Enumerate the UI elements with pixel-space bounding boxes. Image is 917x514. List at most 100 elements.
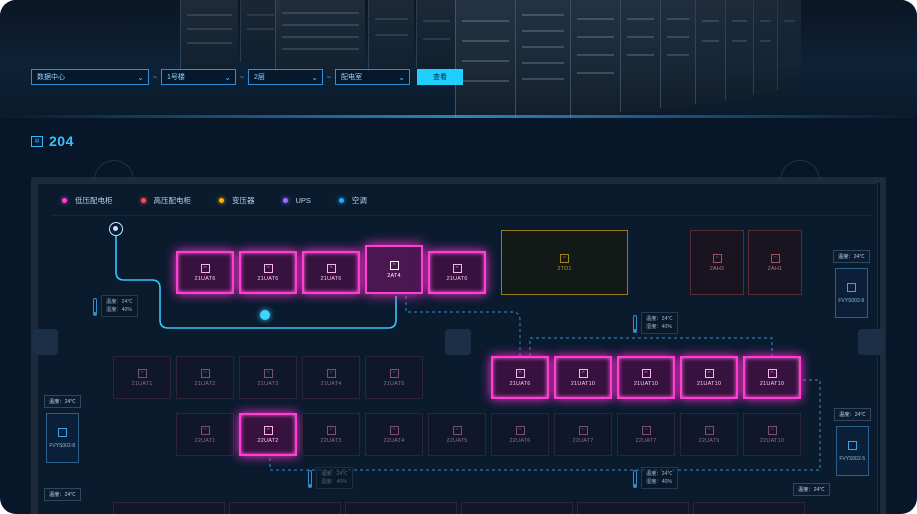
cabinet-2AH1[interactable]: ▭ 2AH1: [748, 230, 802, 295]
cabinet-icon: ▭: [389, 260, 399, 270]
cabinet-22UAT9[interactable]: ▭ 22UAT9: [680, 413, 738, 456]
cabinet-icon: ▭: [515, 368, 525, 378]
cabinet-icon: ▭: [452, 425, 462, 435]
cabinet-22UAT6[interactable]: ▭ 22UAT6: [491, 413, 549, 456]
cabinet-icon: ▭: [712, 253, 722, 263]
cabinet-label: 2AH1: [767, 265, 783, 272]
ac-temp-tag: 温度：24℃: [793, 483, 830, 496]
cabinet-icon: ▭: [326, 263, 336, 273]
cabinet-21UAT6[interactable]: ▭ 21UAT6: [428, 251, 486, 294]
cabinet-21UAT3[interactable]: ▭ 21UAT3: [239, 356, 297, 399]
temperature-reading: 温度：24℃: [646, 316, 673, 322]
cabinet-label: 21UAT6: [194, 275, 216, 282]
cabinet-22UAT7[interactable]: ▭ 22UAT7: [554, 413, 612, 456]
cabinet-label: 21UAT1: [131, 380, 153, 387]
cabinet-label: 21UAT2: [194, 380, 216, 387]
ac-unit[interactable]: 温度：24℃ FVYS002-8: [44, 395, 81, 463]
ac-icon: [847, 440, 857, 450]
cabinet-icon: ▭: [263, 425, 273, 435]
humidity-reading: 湿度：40%: [321, 479, 347, 485]
cabinet-21UAT10[interactable]: ▭ 21UAT10: [554, 356, 612, 399]
cabinet-2AH2[interactable]: ▭ 2AH2: [690, 230, 744, 295]
sensor-readout: 温度：24℃ 湿度：40%: [316, 467, 353, 489]
cabinet-bottom[interactable]: [693, 502, 805, 514]
cabinet-21UAT5[interactable]: ▭ 21UAT5: [365, 356, 423, 399]
cabinet-icon: ▭: [641, 425, 651, 435]
cabinet-22UAT7[interactable]: ▭ 22UAT7: [617, 413, 675, 456]
humidity-reading: 湿度：40%: [106, 307, 132, 313]
ac-unit[interactable]: 温度：24℃ FVYS002-8: [833, 250, 870, 318]
ac-icon: [846, 282, 856, 292]
temp-humidity-sensor[interactable]: 温度：24℃ 湿度：40%: [93, 295, 138, 317]
cabinet-icon: ▭: [326, 368, 336, 378]
cabinet-label: 2AH2: [709, 265, 725, 272]
cabinet-2AT4[interactable]: ▭ 2AT4: [365, 245, 423, 294]
temperature-reading: 温度：24℃: [321, 471, 348, 477]
thermometer-icon: [633, 470, 637, 488]
source-target-icon[interactable]: [109, 222, 123, 236]
cabinet-22UAT5[interactable]: ▭ 22UAT5: [428, 413, 486, 456]
cabinet-label: 22UAT7: [572, 437, 594, 444]
cabinet-icon: ▭: [137, 368, 147, 378]
thermometer-icon: [633, 315, 637, 333]
sensor-readout: 温度：24℃ 湿度：40%: [101, 295, 138, 317]
cabinet-22UAT1[interactable]: ▭ 22UAT1: [176, 413, 234, 456]
cabinet-22UAT10[interactable]: ▭ 22UAT10: [743, 413, 801, 456]
cabinet-icon: ▭: [200, 263, 210, 273]
cabinet-label: 21UAT10: [759, 380, 785, 387]
cabinet-bottom[interactable]: [577, 502, 689, 514]
cabinet-icon: ▭: [452, 263, 462, 273]
cabinet-21UAT6[interactable]: ▭ 21UAT6: [239, 251, 297, 294]
cabinet-label: 22UAT2: [257, 437, 279, 444]
cabinet-21UAT1[interactable]: ▭ 21UAT1: [113, 356, 171, 399]
cabinet-icon: ▭: [767, 368, 777, 378]
cabinet-icon: ▭: [263, 368, 273, 378]
ac-temp-tag: 温度：24℃: [44, 488, 81, 501]
cabinet-label: 21UAT6: [320, 275, 342, 282]
cabinet-label: 22UAT5: [446, 437, 468, 444]
cabinet-label: 21UAT6: [509, 380, 531, 387]
cabinet-22UAT3[interactable]: ▭ 22UAT3: [302, 413, 360, 456]
thermometer-icon: [308, 470, 312, 488]
cabinet-22UAT4[interactable]: ▭ 22UAT4: [365, 413, 423, 456]
cabinet-bottom[interactable]: [113, 502, 225, 514]
cabinet-label: 22UAT6: [509, 437, 531, 444]
cabinet-icon: ▭: [389, 368, 399, 378]
cabinet-label: 21UAT6: [257, 275, 279, 282]
cabinet-label: 22UAT9: [698, 437, 720, 444]
humidity-reading: 湿度：40%: [646, 324, 672, 330]
cabinet-21UAT2[interactable]: ▭ 21UAT2: [176, 356, 234, 399]
cabinet-icon: ▭: [578, 425, 588, 435]
cabinet-label: 22UAT7: [635, 437, 657, 444]
temperature-reading: 温度：24℃: [106, 299, 133, 305]
location-pin-icon[interactable]: [260, 310, 270, 320]
temp-humidity-sensor[interactable]: 温度：24℃ 湿度：40%: [633, 467, 678, 489]
cabinet-label: 21UAT5: [383, 380, 405, 387]
ac-box: FVYS002-8: [834, 268, 868, 318]
cabinet-21UAT10[interactable]: ▭ 21UAT10: [680, 356, 738, 399]
cabinet-21UAT10[interactable]: ▭ 21UAT10: [617, 356, 675, 399]
ac-icon: [57, 427, 67, 437]
ac-unit[interactable]: 温度：24℃ FVYS002-5: [834, 408, 871, 476]
cabinet-label: 22UAT4: [383, 437, 405, 444]
cabinet-icon: ▭: [515, 425, 525, 435]
cabinet-21UAT6[interactable]: ▭ 21UAT6: [491, 356, 549, 399]
cabinet-bottom[interactable]: [345, 502, 457, 514]
cabinet-icon: ▭: [767, 425, 777, 435]
ac-temp-tag-only: 温度：24℃: [793, 483, 830, 501]
cabinet-bottom[interactable]: [461, 502, 573, 514]
temp-humidity-sensor[interactable]: 温度：24℃ 湿度：40%: [633, 312, 678, 334]
cabinet-21UAT6[interactable]: ▭ 21UAT6: [302, 251, 360, 294]
cabinet-21UAT6[interactable]: ▭ 21UAT6: [176, 251, 234, 294]
temp-humidity-sensor[interactable]: 温度：24℃ 湿度：40%: [308, 467, 353, 489]
cabinet-22UAT2[interactable]: ▭ 22UAT2: [239, 413, 297, 456]
ac-temp-tag-only: 温度：24℃: [44, 488, 81, 506]
cabinet-label: 21UAT10: [570, 380, 596, 387]
cabinet-21UAT4[interactable]: ▭ 21UAT4: [302, 356, 360, 399]
sensor-readout: 温度：24℃ 湿度：40%: [641, 467, 678, 489]
transformer-2TD1[interactable]: ▭ 2TD1: [501, 230, 628, 295]
cabinet-bottom[interactable]: [229, 502, 341, 514]
cabinet-21UAT10[interactable]: ▭ 21UAT10: [743, 356, 801, 399]
cabinet-icon: ▭: [770, 253, 780, 263]
ac-temp-tag: 温度：24℃: [834, 408, 871, 421]
